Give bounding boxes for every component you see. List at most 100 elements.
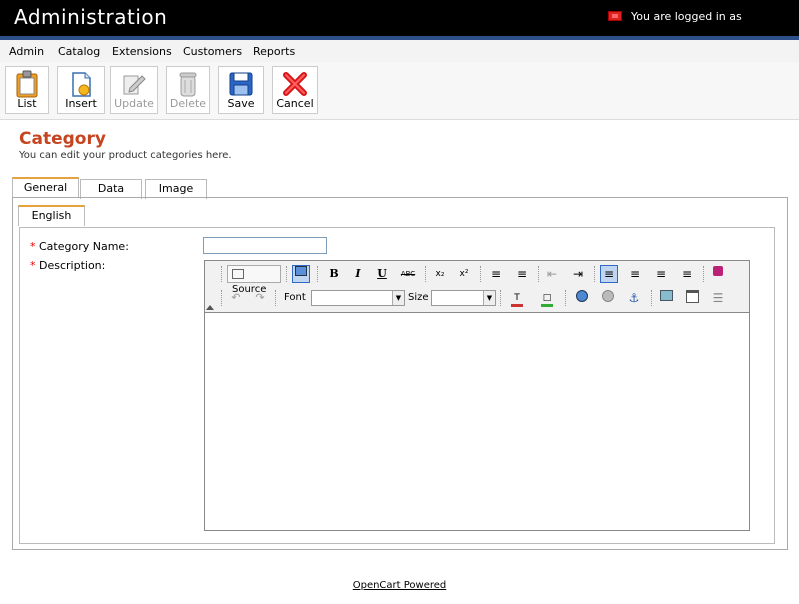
update-button-label: Update xyxy=(114,97,154,110)
toolbar-separator xyxy=(275,290,278,306)
superscript-icon[interactable]: x² xyxy=(455,265,473,283)
footer-link[interactable]: OpenCart Powered xyxy=(353,580,447,591)
size-dropdown-arrow-icon: ▼ xyxy=(483,291,495,305)
source-button[interactable]: Source xyxy=(227,265,281,295)
description-label-text: Description: xyxy=(39,259,106,272)
app-title: Administration xyxy=(14,5,168,29)
background-color-icon[interactable]: □ xyxy=(535,289,559,307)
category-name-label-text: Category Name: xyxy=(39,240,129,253)
required-marker: * xyxy=(30,240,36,253)
footer: OpenCart Powered xyxy=(0,580,799,591)
category-name-input[interactable] xyxy=(203,237,327,254)
italic-icon[interactable]: I xyxy=(349,265,367,283)
image-glyph xyxy=(659,290,673,301)
background-color-glyph: □ xyxy=(541,294,553,307)
table-glyph xyxy=(685,290,699,303)
special-block-icon[interactable] xyxy=(709,265,727,283)
outdent-icon[interactable]: ⇤ xyxy=(543,265,561,283)
size-label: Size xyxy=(408,292,429,303)
bullet-list-icon[interactable]: ≡ xyxy=(513,265,531,283)
delete-button[interactable]: Delete xyxy=(166,66,210,114)
edit-icon xyxy=(123,75,146,95)
save-button[interactable]: Save xyxy=(218,66,264,114)
source-icon xyxy=(232,268,244,279)
description-label: * Description: xyxy=(30,259,105,272)
insert-button[interactable]: Insert xyxy=(57,66,105,114)
save-button-label: Save xyxy=(227,97,255,110)
align-justify-icon[interactable]: ≡ xyxy=(678,265,696,283)
horizontal-rule-icon[interactable]: ☰ xyxy=(709,289,727,307)
toolbar-separator xyxy=(651,290,654,306)
floppy-disk-icon xyxy=(229,72,253,96)
tab-language-english[interactable]: English xyxy=(18,205,85,226)
trash-icon xyxy=(179,72,197,97)
cancel-button[interactable]: Cancel xyxy=(272,66,318,114)
menu-item-admin[interactable]: Admin xyxy=(9,45,44,58)
new-document-icon xyxy=(72,72,91,97)
link-glyph xyxy=(576,290,588,302)
toolbar-separator xyxy=(500,290,503,306)
list-button[interactable]: List xyxy=(5,66,49,114)
main-menu: Admin Catalog Extensions Customers Repor… xyxy=(0,40,799,63)
bold-icon[interactable]: B xyxy=(325,265,343,283)
text-color-glyph: T xyxy=(511,294,523,307)
image-icon[interactable] xyxy=(657,289,675,307)
maximize-glyph xyxy=(295,266,307,276)
insert-button-label: Insert xyxy=(65,97,97,110)
maximize-icon[interactable] xyxy=(292,265,310,283)
page-title: Category xyxy=(19,129,106,149)
align-right-icon[interactable]: ≡ xyxy=(652,265,670,283)
toolbar-separator xyxy=(594,266,597,282)
action-toolbar: List Insert Update Delete Save Cancel xyxy=(0,62,799,120)
menu-item-customers[interactable]: Customers xyxy=(183,45,242,58)
cancel-button-label: Cancel xyxy=(276,97,314,110)
list-button-label: List xyxy=(17,97,37,110)
special-block-glyph xyxy=(713,266,723,276)
menu-item-reports[interactable]: Reports xyxy=(253,45,295,58)
toolbar-separator xyxy=(480,266,483,282)
tab-image[interactable]: Image xyxy=(145,179,207,199)
toolbar-separator xyxy=(538,266,541,282)
app-header: Administration You are logged in as xyxy=(0,0,799,36)
update-button[interactable]: Update xyxy=(110,66,158,114)
font-label: Font xyxy=(284,292,306,303)
underline-icon[interactable]: U xyxy=(373,265,391,283)
numbered-list-icon[interactable]: ≡ xyxy=(487,265,505,283)
toolbar-separator xyxy=(703,266,706,282)
delete-button-label: Delete xyxy=(169,97,207,110)
toolbar-separator xyxy=(425,266,428,282)
size-select[interactable]: ▼ xyxy=(431,290,496,306)
unlink-icon[interactable] xyxy=(599,289,617,307)
language-flag-icon[interactable] xyxy=(608,11,622,21)
unlink-glyph xyxy=(602,290,614,302)
editor-toolbar: Source B I U ABC x₂ x² ≡ ≡ ⇤ ⇥ ≡ ≡ ≡ ≡ ↶… xyxy=(205,261,749,313)
link-icon[interactable] xyxy=(573,289,591,307)
category-name-label: * Category Name: xyxy=(30,240,129,253)
tab-general[interactable]: General xyxy=(12,177,79,198)
collapse-toolbar-icon[interactable] xyxy=(206,305,214,310)
strikethrough-icon[interactable]: ABC xyxy=(399,265,417,283)
editor-content-area[interactable] xyxy=(205,313,749,530)
undo-icon[interactable]: ↶ xyxy=(227,289,245,307)
text-color-icon[interactable]: T xyxy=(505,289,529,307)
toolbar-separator xyxy=(221,290,224,306)
clipboard-icon xyxy=(16,70,38,98)
menu-item-extensions[interactable]: Extensions xyxy=(112,45,172,58)
table-icon[interactable] xyxy=(683,289,701,307)
anchor-icon[interactable]: ⚓ xyxy=(625,289,643,307)
required-marker: * xyxy=(30,259,36,272)
font-dropdown-arrow-icon: ▼ xyxy=(392,291,404,305)
menu-item-catalog[interactable]: Catalog xyxy=(58,45,100,58)
toolbar-separator xyxy=(317,266,320,282)
font-select[interactable]: ▼ xyxy=(311,290,405,306)
description-editor: Source B I U ABC x₂ x² ≡ ≡ ⇤ ⇥ ≡ ≡ ≡ ≡ ↶… xyxy=(204,260,750,531)
tab-data[interactable]: Data xyxy=(80,179,142,199)
red-x-icon xyxy=(283,72,307,96)
login-status: You are logged in as xyxy=(631,10,742,23)
subscript-icon[interactable]: x₂ xyxy=(431,265,449,283)
align-center-icon[interactable]: ≡ xyxy=(626,265,644,283)
toolbar-separator xyxy=(221,266,224,282)
align-left-icon[interactable]: ≡ xyxy=(600,265,618,283)
redo-icon[interactable]: ↷ xyxy=(251,289,269,307)
indent-icon[interactable]: ⇥ xyxy=(569,265,587,283)
